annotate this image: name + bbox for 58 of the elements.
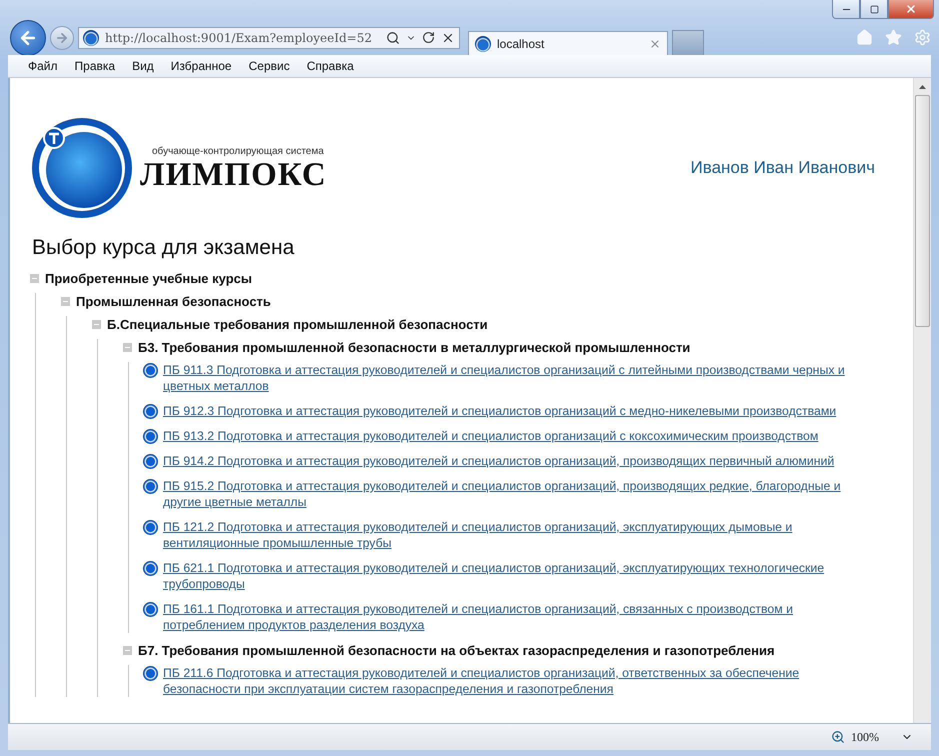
- forward-button[interactable]: [50, 26, 74, 50]
- address-field[interactable]: http://localhost:9001/Exam?employeeId=52: [78, 26, 460, 48]
- course-link[interactable]: ПБ 621.1 Подготовка и аттестация руководителей и специалистов организаций, эксплуатирующих технологические трубопроводы: [163, 560, 863, 592]
- course-link[interactable]: ПБ 121.2 Подготовка и аттестация руководителей и специалистов организаций, эксплуатирующих дымовые и вентиляционные промышленные трубы: [163, 519, 863, 551]
- zoom-icon[interactable]: [831, 730, 845, 744]
- site-icon: [475, 36, 491, 52]
- zoom-level[interactable]: 100%: [851, 730, 879, 744]
- course-bullet-icon: [143, 429, 158, 444]
- course-link[interactable]: ПБ 211.6 Подготовка и аттестация руководителей и специалистов организаций, ответственных за обеспечение безопасности при эксплуатации систем газораспределения и газопотребления: [163, 665, 863, 697]
- scrollbar[interactable]: [913, 78, 931, 723]
- menu-item[interactable]: Файл: [28, 59, 58, 73]
- menu-item[interactable]: Справка: [306, 59, 354, 73]
- back-button[interactable]: [10, 20, 46, 56]
- course-link[interactable]: ПБ 161.1 Подготовка и аттестация руководителей и специалистов организаций, связанных с производством и потреблением продуктов разделения воздуха: [163, 601, 863, 633]
- logo-wordmark: ЛИМПОКС: [140, 157, 327, 194]
- course-bullet-icon: [143, 479, 158, 494]
- menu-item[interactable]: Правка: [74, 59, 116, 73]
- maximize-button[interactable]: [860, 0, 888, 19]
- tree-group-label: Приобретенные учебные курсы: [45, 270, 252, 288]
- tree-group-label: Б3. Требования промышленной безопасности в металлургической промышленности: [138, 339, 690, 357]
- course-link[interactable]: ПБ 911.3 Подготовка и аттестация руководителей и специалистов организаций с литейными производствами черных и цветных металлов: [163, 362, 863, 394]
- collapse-toggle-icon[interactable]: [123, 343, 132, 352]
- browser-tab[interactable]: localhost: [468, 31, 668, 55]
- menu-item[interactable]: Избранное: [170, 59, 232, 73]
- tree-group-label: Б.Специальные требования промышленной безопасности: [107, 316, 488, 334]
- menu-item[interactable]: Вид: [132, 59, 154, 73]
- tree-group-label: Промышленная безопасность: [76, 293, 271, 311]
- course-link[interactable]: ПБ 912.3 Подготовка и аттестация руководителей и специалистов организаций с медно-никелевыми производствами: [163, 403, 836, 419]
- collapse-toggle-icon[interactable]: [92, 320, 101, 329]
- course-bullet-icon: [143, 666, 158, 681]
- refresh-icon[interactable]: [422, 31, 435, 44]
- collapse-toggle-icon[interactable]: [61, 297, 70, 306]
- tree-group-label: Б7. Требования промышленной безопасности на объектах газораспределения и газопотребления: [138, 642, 775, 660]
- site-icon: [83, 30, 99, 46]
- course-link[interactable]: ПБ 915.2 Подготовка и аттестация руководителей и специалистов организаций, производящих редкие, благородные и другие цветные металлы: [163, 478, 863, 510]
- close-button[interactable]: [888, 0, 934, 19]
- course-bullet-icon: [143, 363, 158, 378]
- page-heading: Выбор курса для экзамена: [32, 236, 296, 260]
- scrollbar-thumb[interactable]: [915, 95, 930, 327]
- user-name: Иванов Иван Иванович: [690, 158, 875, 178]
- search-icon[interactable]: [386, 30, 400, 44]
- maximize-icon: [870, 4, 878, 14]
- course-link[interactable]: ПБ 914.2 Подготовка и аттестация руководителей и специалистов организаций, производящих первичный алюминий: [163, 453, 834, 469]
- course-bullet-icon: [143, 561, 158, 576]
- logo-icon: [30, 116, 134, 220]
- course-bullet-icon: [143, 520, 158, 535]
- logo-tagline: обучающе-контролирующая система: [152, 146, 325, 158]
- course-bullet-icon: [143, 454, 158, 469]
- scroll-up-icon[interactable]: [919, 84, 926, 88]
- close-icon: [905, 3, 917, 15]
- course-bullet-icon: [143, 404, 158, 419]
- course-link[interactable]: ПБ 913.2 Подготовка и аттестация руководителей и специалистов организаций с коксохимическим производством: [163, 428, 818, 444]
- collapse-toggle-icon[interactable]: [30, 274, 39, 283]
- course-bullet-icon: [143, 602, 158, 617]
- new-tab-button[interactable]: [672, 30, 704, 55]
- collapse-toggle-icon[interactable]: [123, 646, 132, 655]
- menu-item[interactable]: Сервис: [248, 59, 290, 73]
- star-icon[interactable]: [885, 29, 902, 46]
